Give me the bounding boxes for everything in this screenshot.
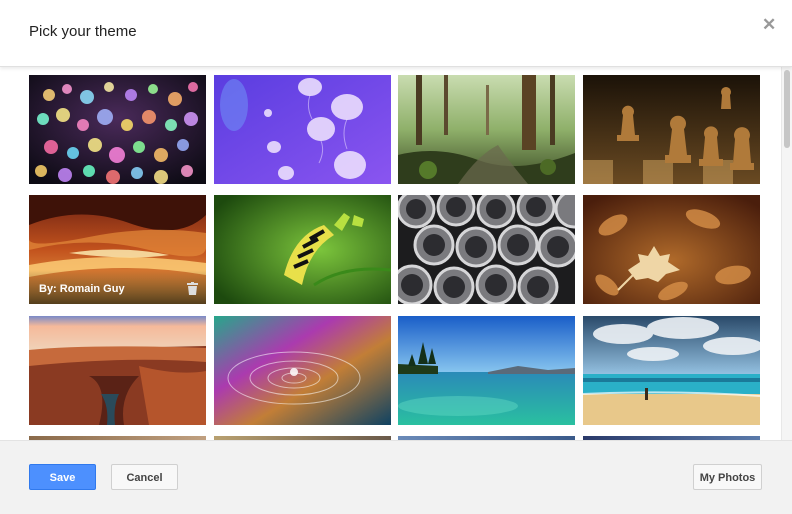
cancel-button[interactable]: Cancel <box>111 464 178 490</box>
trash-icon[interactable] <box>187 282 198 295</box>
theme-image-lake-shore <box>398 316 575 425</box>
theme-tile-bokeh-lights[interactable] <box>29 75 206 184</box>
dialog-header: Pick your theme ✕ <box>0 0 792 67</box>
dialog-footer: Save Cancel My Photos <box>0 440 792 514</box>
theme-tile-water-drop[interactable] <box>214 316 391 425</box>
my-photos-button[interactable]: My Photos <box>693 464 762 490</box>
theme-grid: By: Romain Guy <box>0 67 792 440</box>
theme-tile-pipes[interactable] <box>398 195 575 304</box>
theme-image-grand-canyon <box>29 316 206 425</box>
dialog-title: Pick your theme <box>29 23 137 40</box>
theme-tile-jellyfish[interactable] <box>214 75 391 184</box>
theme-tile-chess[interactable] <box>583 75 760 184</box>
vertical-scrollbar[interactable] <box>781 67 792 440</box>
theme-image-caterpillar <box>214 195 391 304</box>
theme-image-forest <box>398 75 575 184</box>
theme-picker-dialog: Pick your theme ✕ By: Romain Guy Save Ca… <box>0 0 792 514</box>
photo-credit: By: Romain Guy <box>39 283 125 295</box>
theme-tile-grand-canyon[interactable] <box>29 316 206 425</box>
theme-tile-canyon-slot[interactable]: By: Romain Guy <box>29 195 206 304</box>
theme-tile-caterpillar[interactable] <box>214 195 391 304</box>
theme-caption-overlay: By: Romain Guy <box>29 270 206 304</box>
theme-image-pipes <box>398 195 575 304</box>
close-icon[interactable]: ✕ <box>762 15 776 35</box>
theme-image-chess <box>583 75 760 184</box>
theme-image-jellyfish <box>214 75 391 184</box>
scrollbar-thumb[interactable] <box>784 70 790 148</box>
theme-image-bokeh-lights <box>29 75 206 184</box>
theme-tile-beach[interactable] <box>583 316 760 425</box>
theme-tile-autumn-leaves[interactable] <box>583 195 760 304</box>
theme-image-autumn-leaves <box>583 195 760 304</box>
save-button[interactable]: Save <box>29 464 96 490</box>
theme-tile-lake-shore[interactable] <box>398 316 575 425</box>
theme-image-beach <box>583 316 760 425</box>
theme-image-water-drop <box>214 316 391 425</box>
theme-tile-forest[interactable] <box>398 75 575 184</box>
